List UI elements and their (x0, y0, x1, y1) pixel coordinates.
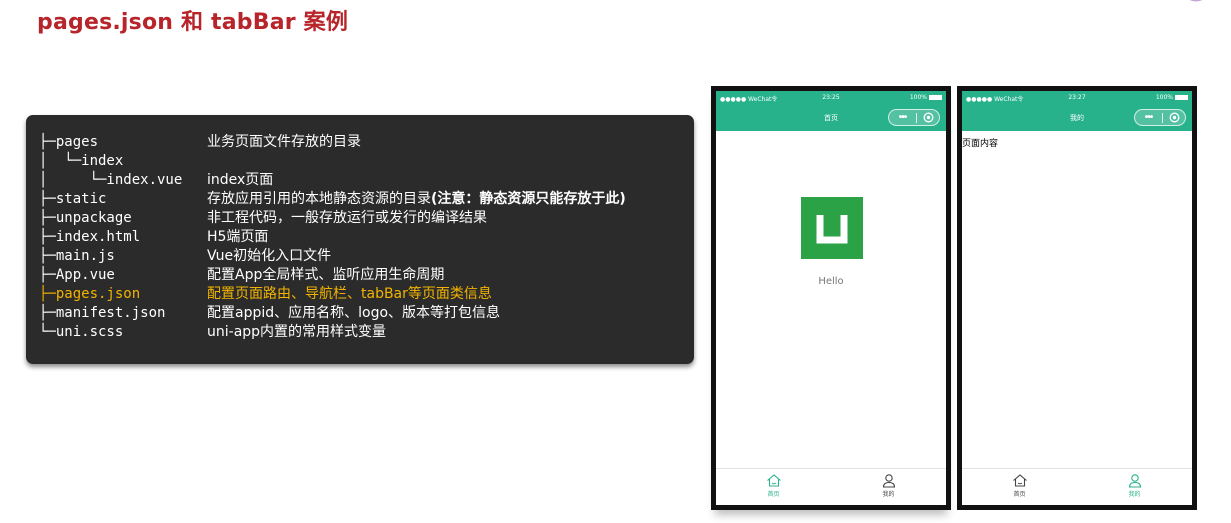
page-content: 页面内容 (962, 131, 1192, 469)
home-icon (1012, 474, 1027, 487)
tree-desc: 非工程代码，一般存放运行或发行的编译结果 (207, 210, 487, 226)
tab-label: 首页 (1013, 491, 1026, 498)
project-structure-panel: ├─pages 业务页面文件存放的目录 │ └─index │ └─index.… (26, 115, 694, 364)
tree-path: ├─static (39, 191, 107, 207)
tree-desc: H5端页面 (207, 229, 269, 245)
status-bar: ●●●●● WeChat令 23:25 100% (720, 94, 942, 104)
tree-row-unpackage: ├─unpackage 非工程代码，一般存放运行或发行的编译结果 (39, 209, 694, 228)
wechat-nav-bar: ●●●●● WeChat令 23:27 100% 我的 ••• (962, 91, 1192, 131)
user-icon (882, 474, 895, 488)
tree-path: ├─unpackage (39, 210, 132, 226)
tree-row-main-js: ├─main.js Vue初始化入口文件 (39, 247, 694, 266)
status-bar: ●●●●● WeChat令 23:27 100% (966, 94, 1188, 104)
page-content: Hello (716, 131, 946, 469)
wechat-nav-bar: ●●●●● WeChat令 23:25 100% 首页 ••• (716, 91, 946, 131)
battery-indicator: 100% (1156, 94, 1188, 101)
tree-path: ├─index.html (39, 229, 141, 245)
battery-icon (929, 95, 942, 100)
tree-desc: uni-app内置的常用样式变量 (207, 324, 387, 340)
phone-mine-screen: ●●●●● WeChat令 23:27 100% 我的 ••• 页面内容 首页 … (957, 86, 1197, 510)
battery-indicator: 100% (910, 94, 942, 101)
tree-path: ├─pages (39, 134, 99, 150)
tree-row-pages: ├─pages 业务页面文件存放的目录 (39, 133, 694, 152)
tab-mine[interactable]: 我的 (831, 469, 946, 505)
tree-path: ├─manifest.json (39, 305, 166, 321)
slide-title: pages.json 和 tabBar 案例 (37, 10, 349, 35)
tree-path: ├─pages.json (39, 286, 141, 302)
tree-path: │ └─index.vue (39, 172, 183, 188)
target-circle-icon[interactable] (917, 112, 939, 123)
battery-label: 100% (909, 94, 927, 101)
user-icon (1128, 474, 1141, 488)
tree-row-static: ├─static 存放应用引用的本地静态资源的目录(注意：静态资源只能存放于此) (39, 190, 694, 209)
tree-desc: 业务页面文件存放的目录 (207, 134, 361, 150)
home-icon (766, 474, 781, 487)
tree-path: ├─main.js (39, 248, 115, 264)
tree-row-app-vue: ├─App.vue 配置App全局样式、监听应用生命周期 (39, 266, 694, 285)
tab-mine[interactable]: 我的 (1077, 469, 1192, 505)
tree-desc-text: 存放应用引用的本地静态资源的目录 (207, 191, 431, 207)
uni-app-logo-icon (801, 197, 863, 259)
phone-home-screen: ●●●●● WeChat令 23:25 100% 首页 ••• Hello 首页 (711, 86, 951, 510)
tab-home[interactable]: 首页 (962, 469, 1077, 505)
tree-row-pages-json: ├─pages.json 配置页面路由、导航栏、tabBar等页面类信息 (39, 285, 694, 304)
status-time: 23:25 (822, 94, 840, 101)
tree-path: ├─App.vue (39, 267, 115, 283)
tree-row-index-vue: │ └─index.vue index页面 (39, 171, 694, 190)
tree-desc: 存放应用引用的本地静态资源的目录(注意：静态资源只能存放于此) (207, 190, 626, 209)
tab-label: 首页 (767, 491, 780, 498)
more-dots-icon[interactable]: ••• (1135, 112, 1162, 123)
tree-desc-note: (注意：静态资源只能存放于此) (431, 191, 626, 207)
target-circle-icon[interactable] (1163, 112, 1185, 123)
tab-home[interactable]: 首页 (716, 469, 831, 505)
tree-row-index: │ └─index (39, 152, 694, 171)
tab-label: 我的 (882, 491, 895, 498)
tab-label: 我的 (1128, 491, 1141, 498)
tree-desc: 配置页面路由、导航栏、tabBar等页面类信息 (207, 286, 492, 302)
tree-row-uni-scss: └─uni.scss uni-app内置的常用样式变量 (39, 323, 694, 342)
battery-label: 100% (1155, 94, 1173, 101)
page-content-text: 页面内容 (962, 139, 999, 149)
more-dots-icon[interactable]: ••• (889, 112, 916, 123)
tree-desc: index页面 (207, 172, 274, 188)
menu-capsule: ••• (888, 109, 940, 126)
brand-logo-icon (1189, 0, 1203, 2)
tree-row-manifest-json: ├─manifest.json 配置appid、应用名称、logo、版本等打包信… (39, 304, 694, 323)
tree-path: │ └─index (39, 153, 124, 169)
tree-row-index-html: ├─index.html H5端页面 (39, 228, 694, 247)
tree-path: └─uni.scss (39, 324, 124, 340)
menu-capsule: ••• (1134, 109, 1186, 126)
status-time: 23:27 (1068, 94, 1086, 101)
hello-text: Hello (818, 276, 844, 287)
tree-desc: Vue初始化入口文件 (207, 248, 332, 264)
battery-icon (1175, 95, 1188, 100)
tree-desc: 配置appid、应用名称、logo、版本等打包信息 (207, 305, 501, 321)
tree-desc: 配置App全局样式、监听应用生命周期 (207, 267, 445, 283)
tab-bar: 首页 我的 (716, 468, 946, 505)
tab-bar: 首页 我的 (962, 468, 1192, 505)
